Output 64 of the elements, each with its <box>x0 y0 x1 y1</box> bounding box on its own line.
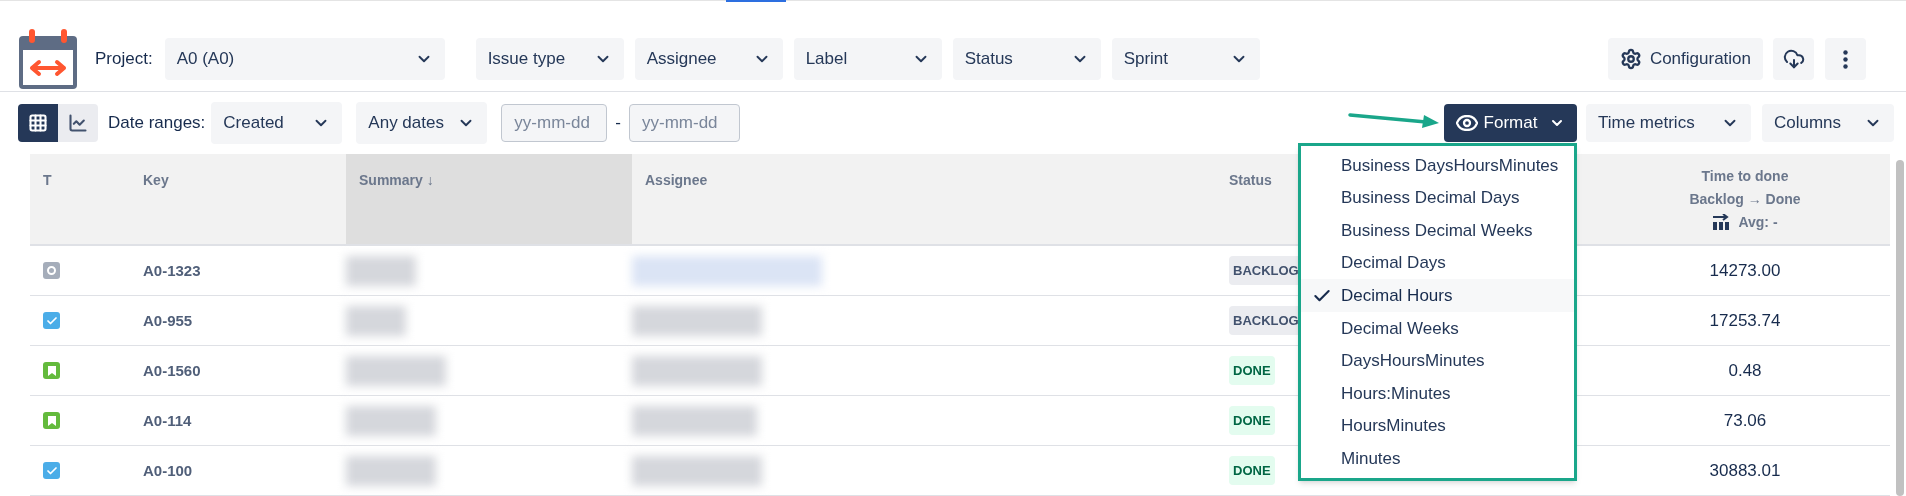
line-chart-icon <box>68 113 88 133</box>
column-header[interactable]: Summary ↓ <box>359 172 434 188</box>
issue-key[interactable]: A0-100 <box>143 461 193 479</box>
column-header[interactable]: Key <box>143 172 169 188</box>
date-field-select[interactable]: Created <box>211 102 343 144</box>
filter-select[interactable]: Sprint <box>1111 38 1260 80</box>
column-header[interactable]: T <box>43 172 52 188</box>
menu-item[interactable]: Minutes <box>1301 442 1574 475</box>
issue-key[interactable]: A0-1323 <box>143 261 201 279</box>
scrollbar[interactable] <box>1896 160 1904 496</box>
project-select[interactable]: A0 (A0) <box>164 38 445 80</box>
range-separator: - <box>615 112 621 135</box>
menu-item[interactable]: Hours:Minutes <box>1301 377 1574 410</box>
redacted-blur <box>346 305 406 336</box>
more-button[interactable] <box>1825 38 1866 80</box>
issue-key[interactable]: A0-1560 <box>143 361 201 379</box>
to-date-field[interactable]: yy-mm-dd <box>629 104 740 142</box>
column-subheader: Backlog → Done <box>1689 191 1801 207</box>
filter-select[interactable]: Assignee <box>634 38 783 80</box>
time-value: 30883.01 <box>1709 460 1781 480</box>
configuration-button[interactable]: Configuration <box>1607 38 1763 80</box>
columns-select[interactable]: Columns <box>1762 104 1894 142</box>
status-badge: DONE <box>1229 405 1275 436</box>
time-value: 17253.74 <box>1709 310 1781 330</box>
status-badge: DONE <box>1229 355 1275 386</box>
format-button[interactable]: Format <box>1444 104 1577 142</box>
project-label: Project: <box>95 48 153 71</box>
bar-chart-icon <box>1712 214 1731 230</box>
menu-item[interactable]: Decimal Days <box>1301 246 1574 280</box>
issue-key[interactable]: A0-955 <box>143 311 193 329</box>
redacted-blur <box>346 255 416 286</box>
settings-icon <box>1619 48 1642 70</box>
time-value: 73.06 <box>1723 410 1767 430</box>
filter-select[interactable]: Issue type <box>475 38 624 80</box>
sorted-column-header[interactable]: Summary ↓ <box>346 154 632 244</box>
column-header[interactable]: Status <box>1229 172 1272 188</box>
menu-item[interactable]: Business Decimal Days <box>1301 181 1574 215</box>
more-icon <box>1843 49 1848 69</box>
column-header[interactable]: Assignee <box>645 172 708 188</box>
cloud-download-icon <box>1782 48 1805 70</box>
eye-icon <box>1455 115 1478 131</box>
grid-view-button[interactable] <box>18 104 58 142</box>
grid-icon <box>28 113 48 133</box>
issue-key[interactable]: A0-114 <box>143 411 192 429</box>
menu-item[interactable]: HoursMinutes <box>1301 409 1574 443</box>
download-button[interactable] <box>1773 38 1814 80</box>
from-date-field[interactable]: yy-mm-dd <box>501 104 608 142</box>
average-value: Avg: - <box>1738 214 1778 230</box>
column-header[interactable]: Time to done <box>1701 168 1789 184</box>
time-value: 14273.00 <box>1709 260 1781 280</box>
menu-item[interactable]: Business DaysHoursMinutes <box>1301 149 1574 182</box>
date-preset-select[interactable]: Any dates <box>356 102 488 144</box>
menu-item[interactable]: DaysHoursMinutes <box>1301 344 1574 378</box>
chart-view-button[interactable] <box>58 104 98 142</box>
filter-select[interactable]: Status <box>952 38 1101 80</box>
calendar-arrows-icon <box>18 28 78 90</box>
time-value: 0.48 <box>1728 360 1762 380</box>
menu-item[interactable]: Decimal Hours <box>1301 279 1574 312</box>
date-ranges-label: Date ranges: <box>108 112 206 135</box>
time-metrics-select[interactable]: Time metrics <box>1586 104 1751 142</box>
menu-item[interactable]: Decimal Weeks <box>1301 311 1574 345</box>
status-badge: DONE <box>1229 455 1275 486</box>
filter-select[interactable]: Label <box>793 38 942 80</box>
menu-item[interactable]: Business Decimal Weeks <box>1301 214 1574 247</box>
